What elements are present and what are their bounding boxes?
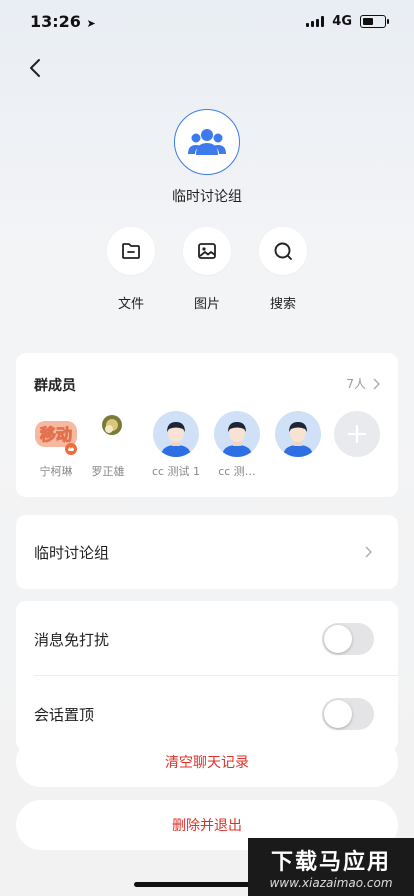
status-indicators: 4G <box>306 14 389 29</box>
files-button[interactable] <box>107 227 155 275</box>
search-label: 搜索 <box>269 297 296 312</box>
member-item[interactable]: 移动 宁柯琳 <box>26 411 86 479</box>
default-person-avatar <box>214 411 260 457</box>
group-people-icon <box>188 129 226 155</box>
member-name: 宁柯琳 <box>39 465 73 478</box>
member-name: cc 测试 1 <box>151 465 201 478</box>
member-name: 罗正雄 <box>91 465 125 478</box>
member-item[interactable]: cc 测… <box>207 411 267 479</box>
group-name-row[interactable]: 临时讨论组 <box>16 515 398 589</box>
chevron-right-icon <box>373 378 380 389</box>
watermark-title: 下载马应用 <box>270 850 391 875</box>
search-icon <box>274 242 292 260</box>
member-item[interactable]: cc 测试 1 <box>146 411 206 479</box>
search-button[interactable] <box>259 227 307 275</box>
watermark-logo: 下载马应用 www.xiazaimao.com <box>248 838 414 896</box>
pin-label: 会话置顶 <box>34 706 95 724</box>
folder-icon <box>122 243 140 259</box>
member-item[interactable] <box>268 411 328 463</box>
chevron-left-icon <box>30 59 40 77</box>
default-person-avatar <box>153 411 199 457</box>
small-photo-avatar <box>85 411 131 457</box>
clear-history-button[interactable]: 清空聊天记录 <box>16 737 398 787</box>
files-label: 文件 <box>117 297 144 312</box>
members-count: 7人 <box>346 377 366 391</box>
members-card: 群成员 7人 移动 宁柯琳 罗正雄 cc 测试 1 cc 测… <box>16 353 398 497</box>
image-icon <box>198 243 216 259</box>
watermark-url: www.xiazaimao.com <box>269 876 393 890</box>
default-person-avatar <box>275 411 321 457</box>
signal-icon <box>306 16 325 27</box>
group-name-row-label: 临时讨论组 <box>34 544 110 562</box>
chevron-right-icon <box>365 546 372 558</box>
pin-toggle[interactable] <box>322 698 374 730</box>
network-label: 4G <box>332 14 352 29</box>
status-time: 13:26 ➤ <box>30 12 96 31</box>
images-label: 图片 <box>193 297 220 312</box>
images-button[interactable] <box>183 227 231 275</box>
plus-icon <box>347 424 367 444</box>
divider <box>34 675 398 676</box>
add-member-button[interactable] <box>334 411 380 457</box>
back-button[interactable] <box>24 56 48 80</box>
member-item[interactable]: 罗正雄 <box>78 411 138 479</box>
custom-sticker-avatar: 移动 <box>33 411 79 457</box>
battery-icon <box>360 15 389 28</box>
member-name: cc 测… <box>218 465 256 478</box>
svg-text:移动: 移动 <box>40 425 72 444</box>
members-title: 群成员 <box>34 378 76 394</box>
status-time-text: 13:26 <box>30 12 81 31</box>
group-name: 临时讨论组 <box>172 189 242 205</box>
group-avatar <box>174 109 240 175</box>
settings-card: 消息免打扰 会话置顶 <box>16 601 398 751</box>
members-count-link[interactable]: 7人 <box>346 375 380 392</box>
mute-label: 消息免打扰 <box>34 631 110 649</box>
mute-toggle[interactable] <box>322 623 374 655</box>
location-arrow-icon: ➤ <box>86 17 96 30</box>
